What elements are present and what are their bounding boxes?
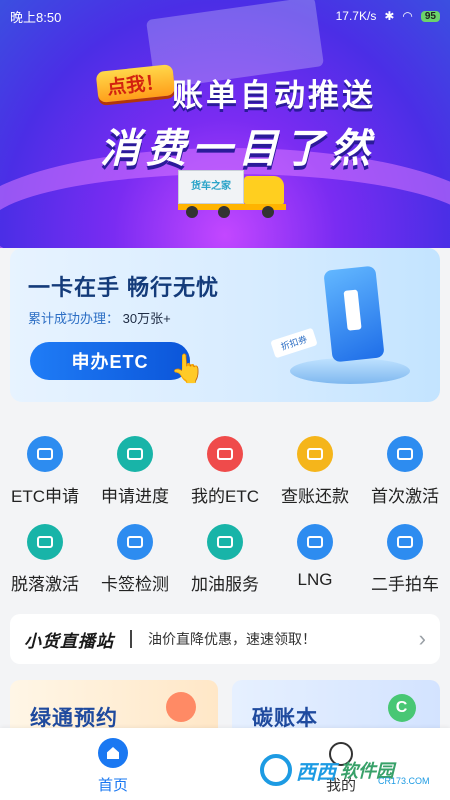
etc-count-label: 累计成功办理：: [28, 311, 120, 326]
hero-banner[interactable]: 点我！ 账单自动推送 消费一目了然 货车之家: [0, 0, 450, 248]
service-item[interactable]: 卡签检测: [90, 524, 180, 612]
service-item-label: 查账还款: [281, 487, 349, 506]
etc-card-icon: [27, 436, 63, 472]
service-grid: ETC申请 申请进度 我的ETC 查账还款 首次激活脱落激活 卡签检测 加油服务 LNG 二手拍…: [0, 410, 450, 610]
etc-slogan: 一卡在手 畅行无忧: [28, 275, 220, 300]
bluetooth-icon: ✱: [384, 9, 395, 23]
reattach-icon: [27, 524, 63, 560]
carbon-label: 碳账本: [252, 707, 318, 730]
wallet-icon: [207, 436, 243, 472]
battery-icon: 95: [420, 10, 440, 22]
location-pin-icon: [166, 692, 196, 722]
tab-home[interactable]: 首页: [68, 738, 158, 795]
watermark: 西西 软件园 CR173.COM: [260, 752, 432, 788]
pedestal-illustration: [290, 358, 410, 384]
green-pass-label: 绿通预约: [30, 707, 118, 730]
service-item[interactable]: 首次激活: [360, 436, 450, 524]
home-icon: [98, 738, 128, 768]
service-item-label: 二手拍车: [371, 575, 439, 594]
service-item[interactable]: 二手拍车: [360, 524, 450, 612]
tab-home-label: 首页: [97, 777, 128, 794]
pointing-hand-icon: 👆: [170, 353, 205, 384]
live-broadcast-bar[interactable]: 小货直播站 油价直降优惠，速速领取！ ›: [10, 614, 440, 664]
etc-count-value: 30万张+: [122, 311, 171, 326]
service-item[interactable]: 申请进度: [90, 436, 180, 524]
service-item[interactable]: LNG: [270, 524, 360, 612]
service-item-label: 申请进度: [101, 487, 169, 506]
network-speed: 17.7K/s: [335, 9, 377, 23]
search-card-icon: [117, 524, 153, 560]
yuan-icon: [297, 436, 333, 472]
service-item[interactable]: 我的ETC: [180, 436, 270, 524]
etc-apply-card[interactable]: 一卡在手 畅行无忧 累计成功办理： 30万张+ 申办ETC 👆 折扣券: [10, 248, 440, 402]
service-item-label: 加油服务: [191, 575, 259, 594]
etc-device-icon: [323, 265, 385, 363]
service-item-label: 卡签检测: [101, 575, 169, 594]
service-item-label: LNG: [297, 570, 333, 589]
truck-yuan-icon: [387, 524, 423, 560]
service-item-label: 我的ETC: [191, 487, 259, 506]
truck-wheel: [186, 206, 198, 218]
hero-title-line1: 账单自动推送: [172, 78, 376, 113]
watermark-logo-icon: [260, 754, 292, 786]
hero-title-line2: 消费一目了然: [100, 127, 376, 171]
live-title: 小货直播站: [24, 631, 114, 651]
live-text: 油价直降优惠，速速领取！: [148, 631, 316, 647]
watermark-text1: 西西: [296, 761, 336, 784]
carbon-c-icon: C: [388, 694, 416, 722]
gas-pump-icon: [297, 524, 333, 560]
service-item-label: 首次激活: [371, 487, 439, 506]
chevron-right-icon: ›: [418, 626, 426, 651]
service-item[interactable]: 查账还款: [270, 436, 360, 524]
live-divider: [130, 630, 132, 648]
status-time: 晚上8:50: [10, 9, 62, 25]
truck-wheel: [262, 206, 274, 218]
truck-box-label: 货车之家: [178, 170, 244, 204]
status-bar: 晚上8:50 17.7K/s ✱ ◠ 95: [0, 0, 450, 32]
service-item-label: 脱落激活: [11, 575, 79, 594]
service-item-label: ETC申请: [11, 487, 79, 506]
hero-tag: 点我！: [95, 64, 176, 103]
progress-card-icon: [117, 436, 153, 472]
service-item[interactable]: 脱落激活: [0, 524, 90, 612]
status-icons: 17.7K/s ✱ ◠ 95: [336, 9, 440, 23]
fuel-icon: [207, 524, 243, 560]
etc-count: 累计成功办理： 30万张+: [28, 308, 171, 327]
watermark-sub: CR173.COM: [378, 776, 430, 786]
truck-cab: [244, 176, 284, 204]
service-item[interactable]: ETC申请: [0, 436, 90, 524]
truck-wheel: [218, 206, 230, 218]
wifi-icon: ◠: [402, 9, 413, 23]
apply-etc-button[interactable]: 申办ETC: [30, 342, 190, 380]
service-item[interactable]: 加油服务: [180, 524, 270, 612]
signal-icon: [387, 436, 423, 472]
truck-illustration: 货车之家: [178, 170, 288, 218]
coupon-badge: 折扣券: [270, 327, 318, 359]
